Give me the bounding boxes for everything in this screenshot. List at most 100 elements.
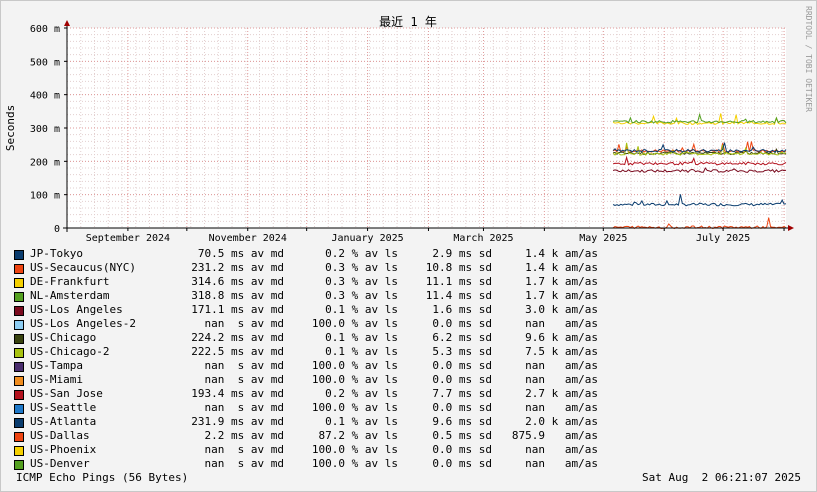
legend-loss: 0.1 % av ls: [325, 415, 398, 428]
legend-name: US-Seattle: [30, 401, 97, 414]
legend-name: US-Chicago: [30, 331, 97, 344]
legend-sd: 0.0 ms sd: [432, 457, 492, 470]
legend-ratio: 1.4 k am/as: [525, 261, 598, 274]
legend-swatch: [14, 432, 24, 442]
legend-loss: 0.3 % av ls: [325, 261, 398, 274]
legend-row: DE-Frankfurt 314.6 ms av md 0.3 % av ls 11.…: [14, 275, 598, 289]
legend-name: US-Tampa: [30, 359, 83, 372]
legend-ratio: 1.4 k am/as: [525, 247, 598, 260]
legend-ratio: nan am/as: [525, 401, 598, 414]
legend-row: US-Seattle nan s av md 100.0 % av ls 0.0 ms…: [14, 401, 598, 415]
legend-row: US-Chicago 224.2 ms av md 0.1 % av ls 6.2 m…: [14, 331, 598, 345]
legend-loss: 0.1 % av ls: [325, 345, 398, 358]
legend-row: US-Denver nan s av md 100.0 % av ls 0.0 ms …: [14, 457, 598, 471]
legend-ratio: nan am/as: [525, 457, 598, 470]
x-axis-arrow: [788, 225, 794, 231]
legend-avg: 318.8 ms av md: [191, 289, 284, 302]
legend-row: US-Dallas 2.2 ms av md 87.2 % av ls 0.5 ms …: [14, 429, 598, 443]
legend-loss: 0.1 % av ls: [325, 303, 398, 316]
legend-avg: 193.4 ms av md: [191, 387, 284, 400]
legend-avg: 231.9 ms av md: [191, 415, 284, 428]
legend: JP-Tokyo 70.5 ms av md 0.2 % av ls 2.9 ms s…: [14, 247, 598, 471]
legend-avg: 2.2 ms av md: [204, 429, 284, 442]
y-tick-label: 400 m: [30, 91, 60, 102]
legend-sd: 2.9 ms sd: [432, 247, 492, 260]
legend-row: US-Tampa nan s av md 100.0 % av ls 0.0 ms s…: [14, 359, 598, 373]
legend-loss: 0.2 % av ls: [325, 247, 398, 260]
legend-ratio: 2.7 k am/as: [525, 387, 598, 400]
legend-swatch: [14, 320, 24, 330]
legend-swatch: [14, 250, 24, 260]
legend-ratio: 1.7 k am/as: [525, 289, 598, 302]
legend-ratio: 2.0 k am/as: [525, 415, 598, 428]
legend-ratio: 1.7 k am/as: [525, 275, 598, 288]
legend-sd: 9.6 ms sd: [432, 415, 492, 428]
legend-sd: 6.2 ms sd: [432, 331, 492, 344]
legend-ratio: nan am/as: [525, 443, 598, 456]
legend-avg: nan s av md: [204, 373, 284, 386]
legend-sd: 0.5 ms sd: [432, 429, 492, 442]
x-tick-label: January 2025: [331, 233, 403, 244]
legend-swatch: [14, 278, 24, 288]
y-tick-label: 200 m: [30, 157, 60, 168]
legend-ratio: 9.6 k am/as: [525, 331, 598, 344]
legend-row: JP-Tokyo 70.5 ms av md 0.2 % av ls 2.9 ms s…: [14, 247, 598, 261]
legend-name: US-San Jose: [30, 387, 103, 400]
legend-loss: 0.1 % av ls: [325, 331, 398, 344]
legend-ratio: 3.0 k am/as: [525, 303, 598, 316]
rrdtool-watermark: RRDTOOL / TOBI OETIKER: [804, 6, 813, 112]
legend-row: US-Atlanta 231.9 ms av md 0.1 % av ls 9.6 m…: [14, 415, 598, 429]
legend-ratio: 875.9 am/as: [511, 429, 598, 442]
legend-swatch: [14, 362, 24, 372]
legend-row: US-San Jose 193.4 ms av md 0.2 % av ls 7.7 …: [14, 387, 598, 401]
legend-ratio: nan am/as: [525, 373, 598, 386]
footer-left: ICMP Echo Pings (56 Bytes): [16, 471, 189, 484]
y-axis-arrow: [64, 20, 70, 26]
y-tick-label: 100 m: [30, 191, 60, 202]
legend-sd: 1.6 ms sd: [432, 303, 492, 316]
legend-swatch: [14, 264, 24, 274]
x-tick-label: July 2025: [696, 233, 750, 244]
legend-name: US-Phoenix: [30, 443, 97, 456]
legend-row: US-Chicago-2 222.5 ms av md 0.1 % av ls 5.3…: [14, 345, 598, 359]
legend-name: US-Los Angeles: [30, 303, 123, 316]
legend-row: US-Los Angeles-2 nan s av md 100.0 % av ls…: [14, 317, 598, 331]
footer-right: Sat Aug 2 06:21:07 2025: [642, 471, 801, 484]
legend-avg: nan s av md: [204, 401, 284, 414]
legend-loss: 100.0 % av ls: [311, 373, 398, 386]
legend-avg: nan s av md: [204, 443, 284, 456]
legend-loss: 87.2 % av ls: [318, 429, 398, 442]
legend-loss: 100.0 % av ls: [311, 443, 398, 456]
legend-avg: nan s av md: [204, 359, 284, 372]
legend-ratio: 7.5 k am/as: [525, 345, 598, 358]
legend-row: US-Phoenix nan s av md 100.0 % av ls 0.0 ms…: [14, 443, 598, 457]
legend-avg: 224.2 ms av md: [191, 331, 284, 344]
legend-name: JP-Tokyo: [30, 247, 83, 260]
y-ticks: 0 100 m 200 m 300 m 400 m 500 m 600 m: [30, 24, 60, 235]
y-tick-label: 500 m: [30, 57, 60, 68]
legend-swatch: [14, 418, 24, 428]
y-axis-label: Seconds: [4, 105, 17, 151]
legend-row: NL-Amsterdam 318.8 ms av md 0.3 % av ls 11.…: [14, 289, 598, 303]
legend-sd: 0.0 ms sd: [432, 373, 492, 386]
legend-loss: 100.0 % av ls: [311, 317, 398, 330]
legend-swatch: [14, 404, 24, 414]
legend-loss: 100.0 % av ls: [311, 359, 398, 372]
legend-swatch: [14, 460, 24, 470]
x-tick-label: September 2024: [86, 233, 170, 244]
legend-avg: nan s av md: [204, 317, 284, 330]
legend-swatch: [14, 446, 24, 456]
legend-swatch: [14, 376, 24, 386]
legend-ratio: nan am/as: [525, 317, 598, 330]
legend-row: US-Miami nan s av md 100.0 % av ls 0.0 ms s…: [14, 373, 598, 387]
legend-swatch: [14, 390, 24, 400]
legend-avg: nan s av md: [204, 457, 284, 470]
legend-avg: 314.6 ms av md: [191, 275, 284, 288]
legend-loss: 0.2 % av ls: [325, 387, 398, 400]
legend-swatch: [14, 292, 24, 302]
legend-swatch: [14, 348, 24, 358]
y-tick-label: 600 m: [30, 24, 60, 35]
legend-avg: 222.5 ms av md: [191, 345, 284, 358]
legend-loss: 100.0 % av ls: [311, 401, 398, 414]
chart-title: 最近 1 年: [379, 15, 437, 29]
